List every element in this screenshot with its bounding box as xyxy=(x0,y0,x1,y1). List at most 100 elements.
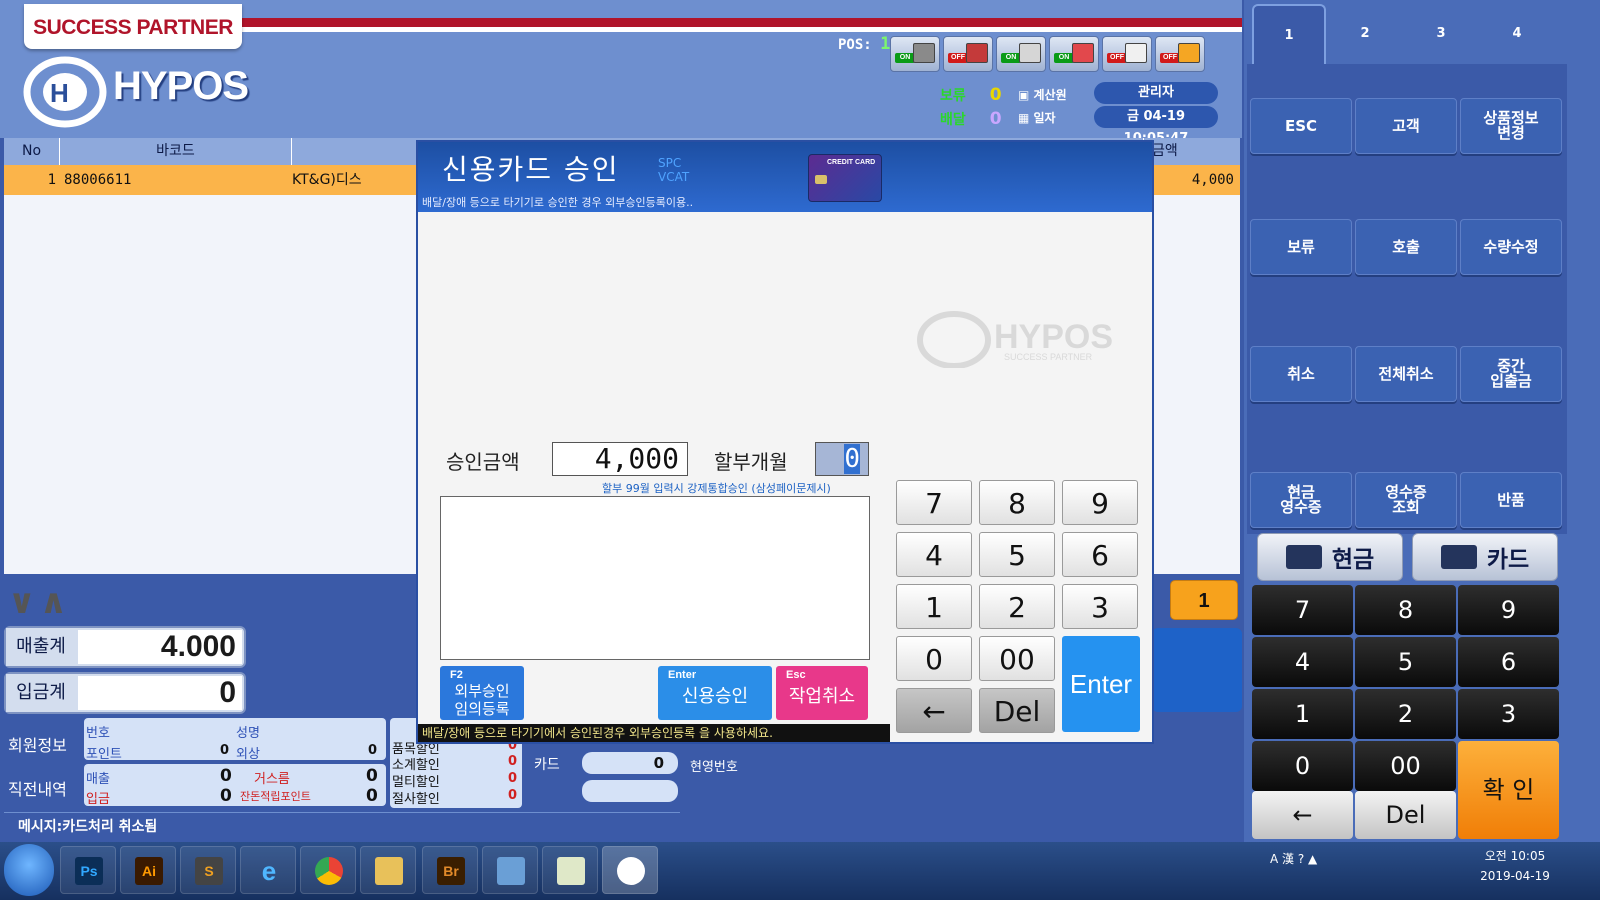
hold-count: 0 xyxy=(989,85,1002,105)
recent-change-label: 거스름 xyxy=(254,772,290,787)
cash-pay-button[interactable]: 현금 xyxy=(1257,533,1403,581)
start-button[interactable] xyxy=(4,844,54,896)
dialog-key-2[interactable]: 2 xyxy=(979,584,1055,629)
key-8[interactable]: 8 xyxy=(1355,585,1456,635)
cancel-task-button[interactable]: Esc 작업취소 xyxy=(776,666,868,720)
card-icon xyxy=(1440,545,1477,569)
key-5[interactable]: 5 xyxy=(1355,637,1456,687)
delivery-truck-icon[interactable]: OFF xyxy=(1102,36,1152,72)
photo-viewer-app[interactable] xyxy=(482,846,538,894)
key-0[interactable]: 0 xyxy=(1252,741,1353,791)
recent-history-label: 직전내역 xyxy=(8,780,67,799)
illustrator-app[interactable]: Ai xyxy=(120,846,176,894)
card-reader-icon[interactable]: ON xyxy=(1049,36,1099,72)
internet-explorer-app[interactable]: e xyxy=(240,846,296,894)
key-6[interactable]: 6 xyxy=(1458,637,1559,687)
delete-key[interactable]: Del xyxy=(1355,791,1456,839)
sales-total: 매출계 4.000 xyxy=(4,626,246,668)
dialog-key-9[interactable]: 9 xyxy=(1062,480,1138,525)
volume-icon[interactable]: ▲ xyxy=(1308,852,1317,866)
dialog-key-6[interactable]: 6 xyxy=(1062,532,1138,577)
refund-button[interactable]: 반품 xyxy=(1460,472,1562,528)
clock-time: 오전 10:05 xyxy=(1484,849,1546,863)
tab-4[interactable]: 4 xyxy=(1480,4,1554,64)
quantity-edit-button[interactable]: 수량수정 xyxy=(1460,219,1562,275)
dialog-enter-key[interactable]: Enter xyxy=(1062,636,1140,732)
ime-indicator[interactable]: A 漢 xyxy=(1270,852,1294,866)
dialog-key-00[interactable]: 00 xyxy=(979,636,1055,681)
page-badge[interactable]: 1 xyxy=(1170,580,1238,620)
receipt-lookup-button[interactable]: 영수증 조회 xyxy=(1355,472,1457,528)
dialog-backspace-key[interactable]: ← xyxy=(896,688,972,733)
scroll-up-icon[interactable]: ∧ xyxy=(40,582,72,622)
scanner-icon[interactable]: OFF xyxy=(943,36,993,72)
card-pay-button[interactable]: 카드 xyxy=(1412,533,1558,581)
cancel-button[interactable]: 취소 xyxy=(1250,346,1352,402)
recall-button[interactable]: 호출 xyxy=(1355,219,1457,275)
product-info-change-button[interactable]: 상품정보 변경 xyxy=(1460,98,1562,154)
esc-button[interactable]: ESC xyxy=(1250,98,1352,154)
dialog-key-8[interactable]: 8 xyxy=(979,480,1055,525)
key-1[interactable]: 1 xyxy=(1252,689,1353,739)
backspace-key[interactable]: ← xyxy=(1252,791,1353,839)
key-3[interactable]: 3 xyxy=(1458,689,1559,739)
dialog-key-7[interactable]: 7 xyxy=(896,480,972,525)
scroll-arrows: ∨∧ xyxy=(8,582,71,622)
cash-in-out-button[interactable]: 중간 입출금 xyxy=(1460,346,1562,402)
tab-1[interactable]: 1 xyxy=(1252,4,1326,64)
external-approval-button[interactable]: F2 외부승인 임의등록 xyxy=(440,666,524,720)
cash-receipt-button[interactable]: 현금 영수증 xyxy=(1250,472,1352,528)
key-2[interactable]: 2 xyxy=(1355,689,1456,739)
notes-app[interactable] xyxy=(542,846,598,894)
key-00[interactable]: 00 xyxy=(1355,741,1456,791)
discount-cut-label: 절사할인 xyxy=(392,792,440,807)
credit-approval-button[interactable]: Enter 신용승인 xyxy=(658,666,772,720)
key-9[interactable]: 9 xyxy=(1458,585,1559,635)
printer-icon[interactable]: ON xyxy=(890,36,940,72)
cancel-all-button[interactable]: 전체취소 xyxy=(1355,346,1457,402)
hold-button[interactable]: 보류 xyxy=(1250,219,1352,275)
tab-2[interactable]: 2 xyxy=(1328,4,1402,64)
clock[interactable]: 오전 10:05 2019-04-19 xyxy=(1470,846,1560,886)
confirm-button[interactable]: 확 인 xyxy=(1458,741,1559,839)
watermark-subtext: SUCCESS PARTNER xyxy=(1004,352,1093,362)
dialog-key-5[interactable]: 5 xyxy=(979,532,1055,577)
key-4[interactable]: 4 xyxy=(1252,637,1353,687)
bridge-app[interactable]: Br xyxy=(422,846,478,894)
scroll-down-icon[interactable]: ∨ xyxy=(8,582,40,622)
installment-field[interactable]: 0 xyxy=(815,442,869,476)
dialog-key-4[interactable]: 4 xyxy=(896,532,972,577)
recent-sales-label: 매출 xyxy=(86,772,110,787)
hypos-app[interactable] xyxy=(602,846,658,894)
dialog-key-0[interactable]: 0 xyxy=(896,636,972,681)
status-message: 메시지:카드처리 취소됨 xyxy=(4,812,680,840)
customer-button[interactable]: 고객 xyxy=(1355,98,1457,154)
row-no: 1 xyxy=(47,172,56,188)
installment-label: 할부개월 xyxy=(714,450,788,474)
ok-icon[interactable]: OFF xyxy=(1155,36,1205,72)
key-7[interactable]: 7 xyxy=(1252,585,1353,635)
dialog-delete-key[interactable]: Del xyxy=(979,688,1055,733)
dialog-key-1[interactable]: 1 xyxy=(896,584,972,629)
tab-3[interactable]: 3 xyxy=(1404,4,1478,64)
chrome-app[interactable] xyxy=(300,846,356,894)
cashier-icon: ▣ xyxy=(1018,88,1034,102)
payment-total-value: 0 xyxy=(78,676,242,710)
photoshop-app[interactable]: Ps xyxy=(60,846,116,894)
dialog-key-3[interactable]: 3 xyxy=(1062,584,1138,629)
hidden-action-button[interactable] xyxy=(1152,628,1242,712)
hold-delivery-counts: 보류 0 배달 0 xyxy=(940,84,1002,132)
vendor-line1: SPC xyxy=(658,156,682,170)
card-icon-text: CREDIT CARD xyxy=(827,159,876,166)
row-barcode: 88006611 xyxy=(64,172,132,188)
recent-payment-value: 0 xyxy=(220,786,232,806)
network-icon[interactable]: ON xyxy=(996,36,1046,72)
file-explorer-app[interactable] xyxy=(360,846,416,894)
recent-change-value: 0 xyxy=(366,766,378,786)
hold-label: 보류 xyxy=(940,88,966,104)
help-icon[interactable]: ? xyxy=(1298,852,1308,866)
recent-points-label: 잔돈적립포인트 xyxy=(240,790,311,803)
amount-field[interactable]: 4,000 xyxy=(552,442,688,476)
s-app[interactable]: S xyxy=(180,846,236,894)
approval-log xyxy=(440,496,870,660)
